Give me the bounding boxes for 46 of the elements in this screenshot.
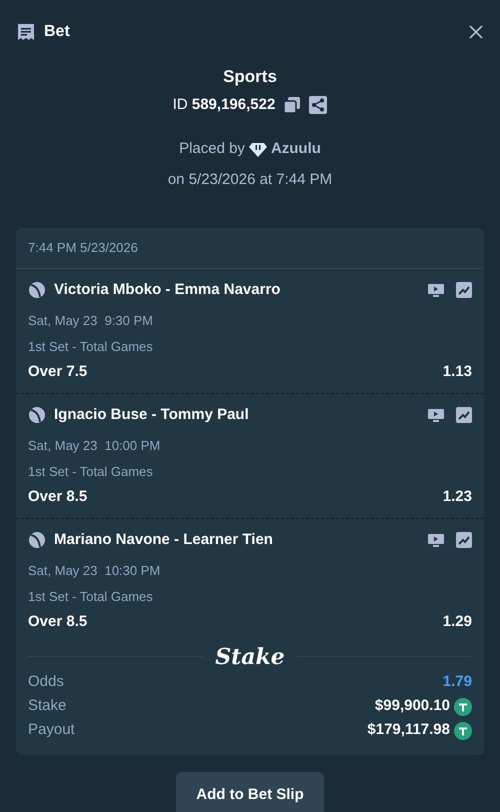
tennis-ball-icon bbox=[28, 530, 46, 549]
share-icon[interactable] bbox=[309, 96, 328, 114]
tv-icon[interactable] bbox=[428, 408, 444, 422]
chart-icon[interactable] bbox=[456, 406, 472, 423]
tv-icon[interactable] bbox=[428, 532, 444, 547]
leg-odds: 1.23 bbox=[442, 487, 472, 507]
coin-icon bbox=[454, 698, 472, 716]
summary-label: Odds bbox=[28, 672, 64, 692]
event-time: Sat, May 23 10:00 PM bbox=[28, 437, 162, 455]
tennis-ball-icon bbox=[28, 406, 46, 424]
summary-label: Stake bbox=[28, 696, 66, 716]
event-time: Sat, May 23 9:30 PM bbox=[28, 312, 154, 330]
bet-id: ID 589,196,522 bbox=[172, 94, 276, 114]
outcome: Over 8.5 bbox=[28, 487, 88, 507]
summary-label: Payout bbox=[28, 720, 75, 740]
coin-icon bbox=[454, 722, 472, 740]
tennis-ball-icon bbox=[28, 280, 46, 299]
market-name: 1st Set - Total Games bbox=[28, 338, 154, 356]
chart-icon[interactable] bbox=[456, 532, 472, 548]
username-link[interactable]: Azuulu bbox=[270, 138, 321, 160]
outcome: Over 8.5 bbox=[28, 612, 88, 632]
chart-icon[interactable] bbox=[456, 282, 472, 298]
summary-value: 1.79 bbox=[442, 672, 472, 692]
receipt-icon bbox=[16, 22, 36, 42]
tv-icon[interactable] bbox=[428, 282, 444, 297]
summary-value: $99,900.10 bbox=[374, 696, 450, 716]
stake-logo: Stake bbox=[215, 642, 285, 670]
match-title[interactable]: Mariano Navone - Learner Tien bbox=[54, 528, 273, 551]
add-to-bet-slip-button[interactable]: Add to Bet Slip bbox=[176, 772, 324, 812]
placed-by-label: Placed by bbox=[179, 139, 245, 159]
card-timestamp: 7:44 PM 5/23/2026 bbox=[16, 228, 484, 268]
copy-icon[interactable] bbox=[283, 96, 302, 114]
match-title[interactable]: Ignacio Buse - Tommy Paul bbox=[54, 404, 249, 426]
summary-value: $179,117.98 bbox=[367, 720, 450, 740]
market-name: 1st Set - Total Games bbox=[28, 588, 154, 606]
outcome: Over 7.5 bbox=[28, 362, 88, 382]
leg-odds: 1.13 bbox=[442, 362, 472, 382]
bet-category: Sports bbox=[223, 66, 277, 88]
event-time: Sat, May 23 10:30 PM bbox=[28, 562, 162, 580]
match-title[interactable]: Victoria Mboko - Emma Navarro bbox=[54, 278, 280, 301]
close-icon[interactable] bbox=[468, 24, 484, 40]
placed-date: on 5/23/2026 at 7:44 PM bbox=[168, 170, 332, 190]
diamond-icon bbox=[248, 141, 267, 158]
dialog-title: Bet bbox=[44, 22, 70, 42]
leg-odds: 1.29 bbox=[442, 612, 472, 632]
market-name: 1st Set - Total Games bbox=[28, 462, 154, 480]
